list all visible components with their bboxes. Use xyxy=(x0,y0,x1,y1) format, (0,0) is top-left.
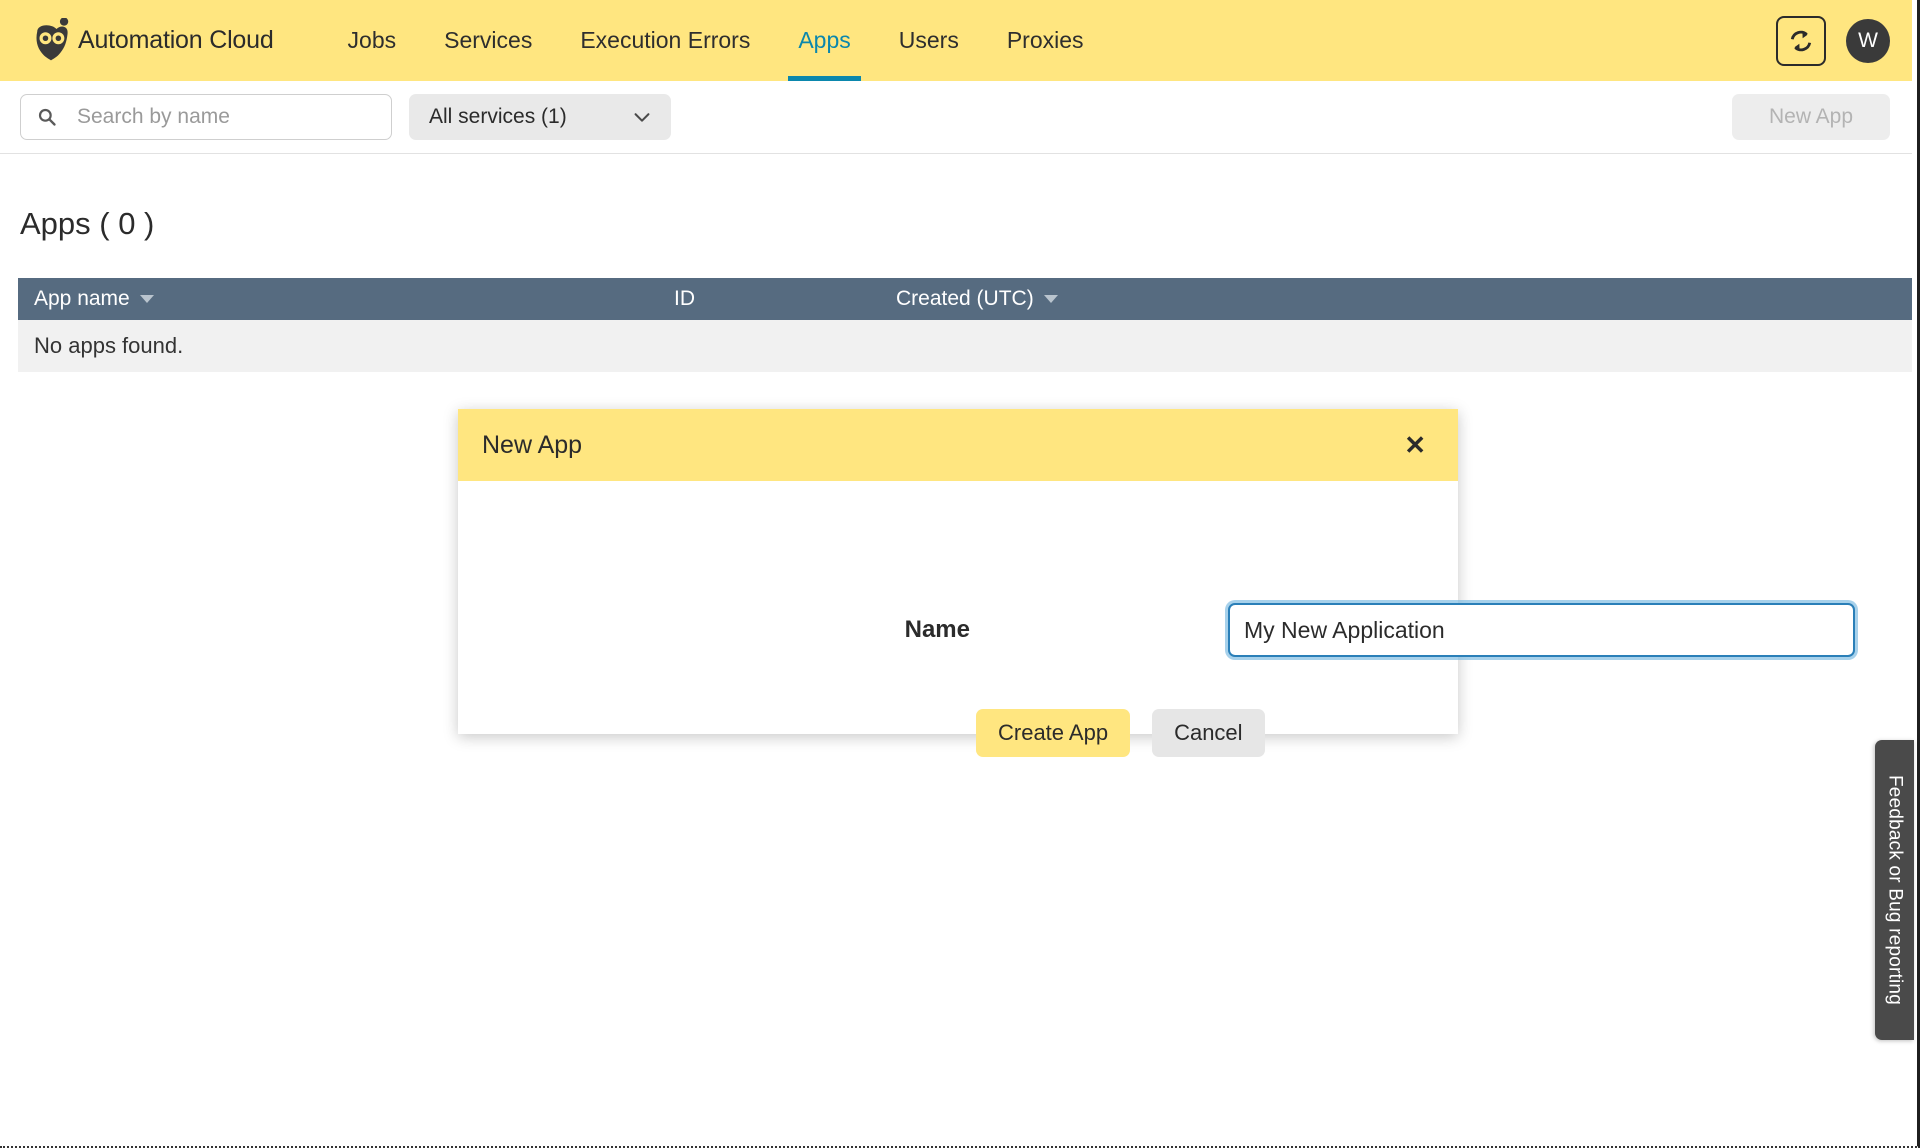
new-app-button[interactable]: New App xyxy=(1732,94,1890,140)
nav-item-execution-errors[interactable]: Execution Errors xyxy=(556,0,774,81)
service-filter-label: All services (1) xyxy=(429,105,567,128)
avatar-initial: W xyxy=(1858,28,1878,52)
create-app-button[interactable]: Create App xyxy=(976,709,1131,757)
nav-item-proxies[interactable]: Proxies xyxy=(983,0,1108,81)
nav-item-apps[interactable]: Apps xyxy=(774,0,874,81)
nav-item-users[interactable]: Users xyxy=(875,0,983,81)
table-header-id-label: ID xyxy=(674,287,695,310)
app-root: Automation Cloud Jobs Services Execution… xyxy=(0,0,1920,1148)
search-box[interactable] xyxy=(20,94,392,140)
name-field-wrapper[interactable] xyxy=(1228,603,1855,657)
modal-title: New App xyxy=(482,430,583,459)
table-header-app-name-label: App name xyxy=(34,287,130,310)
brand-logo[interactable]: Automation Cloud xyxy=(28,0,274,81)
feedback-tab[interactable]: Feedback or Bug reporting xyxy=(1875,740,1914,1040)
table-header-created-label: Created (UTC) xyxy=(896,287,1034,310)
service-filter-dropdown[interactable]: All services (1) xyxy=(409,94,671,140)
modal-body: Name Create App Cancel xyxy=(458,481,1855,757)
feedback-tab-label: Feedback or Bug reporting xyxy=(1884,775,1906,1005)
sort-descending-icon xyxy=(1043,295,1058,303)
apps-table: App name ID Created (UTC) No apps found. xyxy=(18,278,1912,372)
refresh-icon xyxy=(1790,30,1812,51)
nav-links: Jobs Services Execution Errors Apps User… xyxy=(324,0,1108,81)
new-app-modal: New App ✕ Name Create App Cancel xyxy=(458,409,1855,757)
table-header-created[interactable]: Created (UTC) xyxy=(896,287,1058,311)
owl-logo-icon xyxy=(36,17,69,60)
close-icon[interactable]: ✕ xyxy=(1398,428,1432,462)
nav-item-jobs[interactable]: Jobs xyxy=(324,0,421,81)
table-header-id[interactable]: ID xyxy=(674,287,896,311)
name-field-label: Name xyxy=(904,616,970,643)
filter-toolbar: All services (1) New App xyxy=(0,81,1912,154)
name-input[interactable] xyxy=(1230,605,1853,655)
brand-name: Automation Cloud xyxy=(78,26,274,54)
table-header-app-name[interactable]: App name xyxy=(34,287,674,311)
top-navbar: Automation Cloud Jobs Services Execution… xyxy=(0,0,1912,81)
cancel-button[interactable]: Cancel xyxy=(1152,709,1265,757)
modal-actions: Create App Cancel xyxy=(976,709,1265,757)
chevron-down-icon xyxy=(634,113,650,122)
refresh-button[interactable] xyxy=(1776,15,1826,66)
page-title: Apps ( 0 ) xyxy=(20,206,155,241)
navbar-right-actions: W xyxy=(1776,0,1890,81)
search-icon xyxy=(38,108,56,126)
table-header-row: App name ID Created (UTC) xyxy=(18,278,1912,320)
nav-item-services[interactable]: Services xyxy=(420,0,556,81)
modal-header: New App ✕ xyxy=(458,409,1458,481)
sort-descending-icon xyxy=(139,295,154,303)
search-input[interactable] xyxy=(75,104,365,130)
table-empty-message: No apps found. xyxy=(18,320,1912,372)
user-avatar[interactable]: W xyxy=(1846,18,1890,63)
